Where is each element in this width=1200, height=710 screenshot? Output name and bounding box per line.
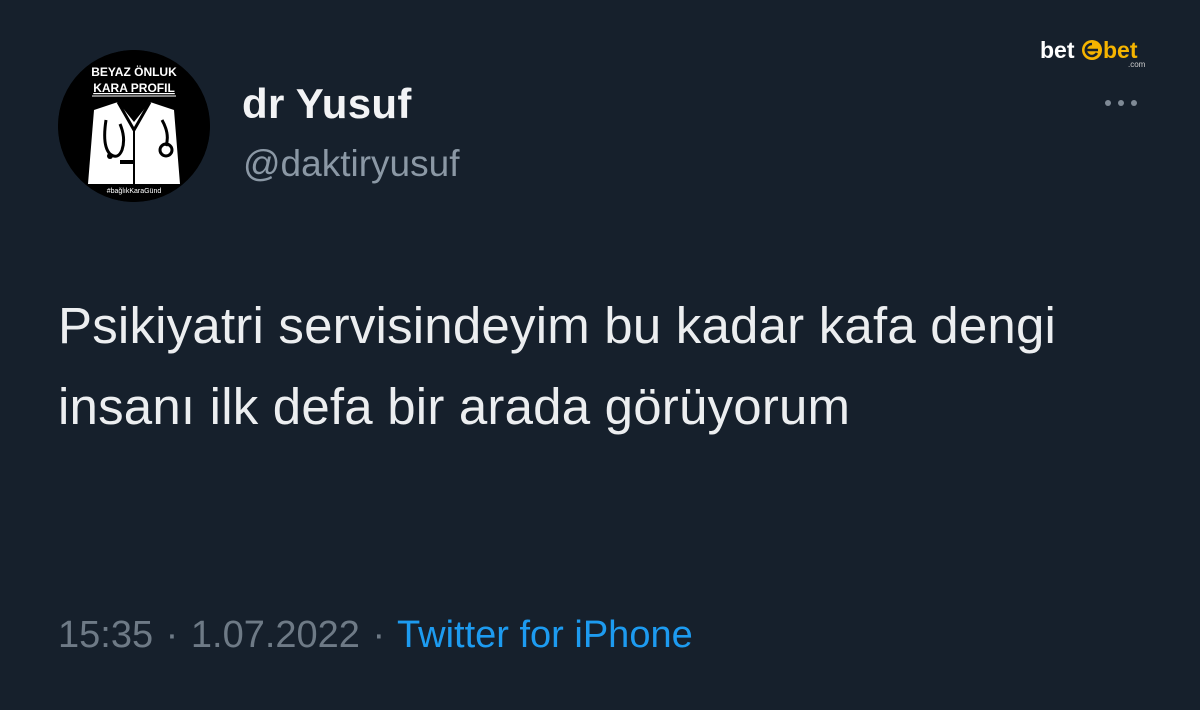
meta-separator: · <box>372 614 386 656</box>
tweet-meta: 15:35 · 1.07.2022 · Twitter for iPhone <box>58 611 693 659</box>
author-handle[interactable]: @daktiryusuf <box>243 141 459 187</box>
watermark-domain: .com <box>1128 60 1146 69</box>
tweet-time[interactable]: 15:35 <box>58 614 153 656</box>
betebet-watermark-logo: bet bet .com <box>1036 32 1156 72</box>
tweet-date[interactable]: 1.07.2022 <box>191 614 360 656</box>
avatar-top-text: BEYAZ ÖNLUK <box>91 64 177 79</box>
meta-separator: · <box>165 614 179 656</box>
tweet-source-link[interactable]: Twitter for iPhone <box>397 614 693 656</box>
author-display-name[interactable]: dr Yusuf <box>242 78 412 130</box>
more-dot <box>1118 100 1124 106</box>
more-dot <box>1105 100 1111 106</box>
avatar-bottom-text: #bağlıkKaraGünd <box>107 188 162 195</box>
more-dots-icon[interactable] <box>1086 88 1156 118</box>
more-dot <box>1131 100 1137 106</box>
avatar[interactable]: BEYAZ ÖNLUK KARA PROFIL #bağlıkKaraGünd <box>58 50 210 202</box>
avatar-middle-text: KARA PROFIL <box>93 81 175 95</box>
avatar-image: BEYAZ ÖNLUK KARA PROFIL #bağlıkKaraGünd <box>58 50 210 202</box>
tweet-text: Psikiyatri servisindeyim bu kadar kafa d… <box>58 297 1057 435</box>
doctor-coat-stethoscope-icon <box>88 101 180 184</box>
watermark-text-left: bet <box>1040 37 1075 63</box>
